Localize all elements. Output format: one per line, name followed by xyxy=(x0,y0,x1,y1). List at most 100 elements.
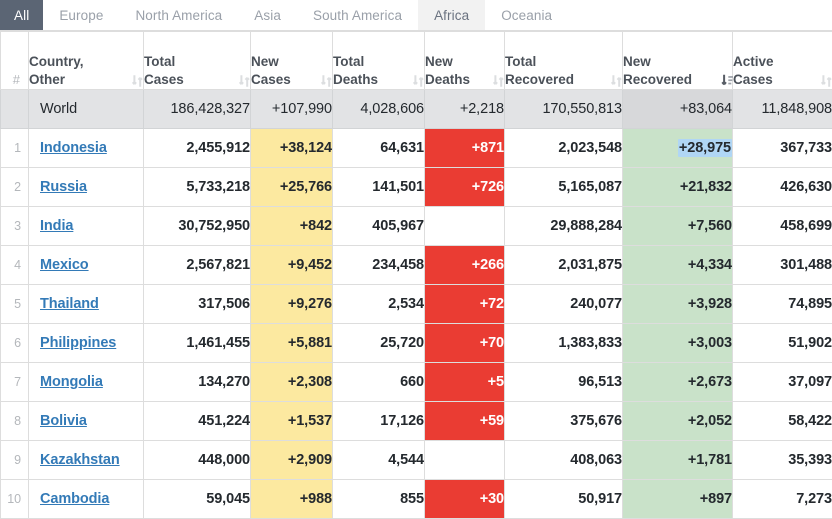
cell-new-recov: +2,052 xyxy=(623,402,733,441)
cell-new-recov: +28,975 xyxy=(623,129,733,168)
cell-new-deaths: +871 xyxy=(425,129,505,168)
column-header-new_deaths[interactable]: NewDeaths xyxy=(425,32,505,90)
cell-new-deaths: +72 xyxy=(425,285,505,324)
table-row: 3India30,752,950+842405,96729,888,284+7,… xyxy=(1,207,832,246)
tab-all[interactable]: All xyxy=(0,0,43,30)
table-row: 2Russia5,733,218+25,766141,501+7265,165,… xyxy=(1,168,832,207)
cell-total-recov: 375,676 xyxy=(505,402,623,441)
cell-new-deaths: +2,218 xyxy=(425,90,505,129)
cell-new-deaths: +5 xyxy=(425,363,505,402)
tab-south-america[interactable]: South America xyxy=(297,0,418,30)
column-header-country[interactable]: Country,Other xyxy=(29,32,144,90)
cell-new-cases: +1,537 xyxy=(251,402,333,441)
country-cell: Mongolia xyxy=(29,363,144,402)
cell-active-cases: 74,895 xyxy=(733,285,832,324)
cell-new-cases: +2,909 xyxy=(251,441,333,480)
sort-neutral-icon[interactable] xyxy=(321,74,332,88)
cell-new-recov: +7,560 xyxy=(623,207,733,246)
country-link[interactable]: Bolivia xyxy=(40,413,87,429)
cell-active-cases: 58,422 xyxy=(733,402,832,441)
region-tab-bar: AllEuropeNorth AmericaAsiaSouth AmericaA… xyxy=(0,0,832,31)
country-cell: Russia xyxy=(29,168,144,207)
cell-new-recov: +4,334 xyxy=(623,246,733,285)
cell-new-recov: +1,781 xyxy=(623,441,733,480)
table-row: 10Cambodia59,045+988855+3050,917+8977,27… xyxy=(1,480,832,519)
country-link[interactable]: Russia xyxy=(40,179,87,195)
sort-neutral-icon[interactable] xyxy=(493,74,504,88)
cell-total-recov: 240,077 xyxy=(505,285,623,324)
cell-total-recov: 5,165,087 xyxy=(505,168,623,207)
row-index xyxy=(1,90,29,129)
cell-total-deaths: 64,631 xyxy=(333,129,425,168)
table-row: 6Philippines1,461,455+5,88125,720+701,38… xyxy=(1,324,832,363)
column-header-label-line2: Other xyxy=(29,71,65,89)
row-index: 10 xyxy=(1,480,29,519)
cell-total-cases: 451,224 xyxy=(144,402,251,441)
cell-total-cases: 30,752,950 xyxy=(144,207,251,246)
cell-new-cases: +25,766 xyxy=(251,168,333,207)
cell-new-recov: +3,003 xyxy=(623,324,733,363)
country-link[interactable]: Mexico xyxy=(40,257,89,273)
country-link[interactable]: Indonesia xyxy=(40,140,107,156)
cell-new-recov: +2,673 xyxy=(623,363,733,402)
country-link[interactable]: Kazakhstan xyxy=(40,452,120,468)
cell-new-cases: +5,881 xyxy=(251,324,333,363)
cell-active-cases: 458,699 xyxy=(733,207,832,246)
sort-neutral-icon[interactable] xyxy=(821,74,832,88)
country-link[interactable]: Mongolia xyxy=(40,374,103,390)
cell-new-cases: +9,276 xyxy=(251,285,333,324)
column-header-label: # xyxy=(13,72,20,87)
country-link[interactable]: Thailand xyxy=(40,296,99,312)
sort-neutral-icon[interactable] xyxy=(132,74,143,88)
cell-total-cases: 2,455,912 xyxy=(144,129,251,168)
tab-europe[interactable]: Europe xyxy=(43,0,119,30)
column-header-idx[interactable]: # xyxy=(1,32,29,90)
country-link[interactable]: India xyxy=(40,218,73,234)
cell-total-recov: 170,550,813 xyxy=(505,90,623,129)
tab-oceania[interactable]: Oceania xyxy=(485,0,568,30)
cell-new-cases: +107,990 xyxy=(251,90,333,129)
country-cell: Bolivia xyxy=(29,402,144,441)
country-link[interactable]: Cambodia xyxy=(40,491,109,507)
column-header-label-line2: Deaths xyxy=(333,71,378,89)
tab-north-america[interactable]: North America xyxy=(119,0,238,30)
cell-new-cases: +9,452 xyxy=(251,246,333,285)
cell-total-deaths: 405,967 xyxy=(333,207,425,246)
tab-africa[interactable]: Africa xyxy=(418,0,485,30)
row-index: 8 xyxy=(1,402,29,441)
cell-active-cases: 37,097 xyxy=(733,363,832,402)
country-cell: Indonesia xyxy=(29,129,144,168)
selected-text-highlight: +28,975 xyxy=(678,139,732,157)
cell-new-deaths xyxy=(425,441,505,480)
column-header-total_deaths[interactable]: TotalDeaths xyxy=(333,32,425,90)
cell-total-cases: 448,000 xyxy=(144,441,251,480)
row-index: 7 xyxy=(1,363,29,402)
sort-neutral-icon[interactable] xyxy=(239,74,250,88)
column-header-new_cases[interactable]: NewCases xyxy=(251,32,333,90)
table-header: # Country,OtherTotalCasesNewCasesTotalDea… xyxy=(1,32,832,90)
cell-total-cases: 1,461,455 xyxy=(144,324,251,363)
sort-descending-icon[interactable] xyxy=(721,74,732,88)
table-row: 1Indonesia2,455,912+38,12464,631+8712,02… xyxy=(1,129,832,168)
column-header-label-line1: Total xyxy=(333,53,424,71)
tab-asia[interactable]: Asia xyxy=(238,0,297,30)
sort-neutral-icon[interactable] xyxy=(413,74,424,88)
cell-total-deaths: 4,028,606 xyxy=(333,90,425,129)
cell-active-cases: 367,733 xyxy=(733,129,832,168)
country-link[interactable]: Philippines xyxy=(40,335,116,351)
cell-new-recov: +897 xyxy=(623,480,733,519)
cell-total-recov: 29,888,284 xyxy=(505,207,623,246)
row-index: 6 xyxy=(1,324,29,363)
cell-new-deaths: +70 xyxy=(425,324,505,363)
cell-active-cases: 426,630 xyxy=(733,168,832,207)
cell-new-deaths: +726 xyxy=(425,168,505,207)
column-header-new_recov[interactable]: NewRecovered xyxy=(623,32,733,90)
column-header-label-line1: New xyxy=(623,53,732,71)
sort-neutral-icon[interactable] xyxy=(611,74,622,88)
cell-total-cases: 2,567,821 xyxy=(144,246,251,285)
country-cell: Kazakhstan xyxy=(29,441,144,480)
cell-total-deaths: 4,544 xyxy=(333,441,425,480)
column-header-total_recov[interactable]: TotalRecovered xyxy=(505,32,623,90)
column-header-total_cases[interactable]: TotalCases xyxy=(144,32,251,90)
column-header-active_cases[interactable]: ActiveCases xyxy=(733,32,832,90)
